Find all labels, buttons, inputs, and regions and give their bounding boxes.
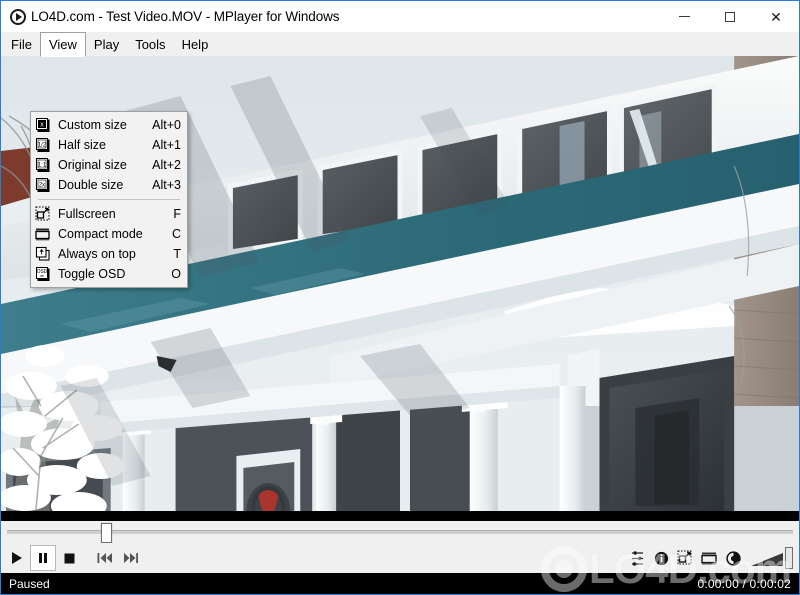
menu-item-label: Half size (58, 138, 106, 152)
seek-slider[interactable] (7, 523, 793, 543)
seek-thumb[interactable] (101, 523, 113, 543)
video-display[interactable]: x Custom size Alt+0 1/2 Half size Alt+1 … (1, 56, 799, 521)
svg-text:2x: 2x (39, 182, 45, 188)
menu-item-shortcut: Alt+3 (152, 178, 181, 192)
contrast-icon (725, 550, 741, 566)
menu-item-compact-mode[interactable]: Compact mode C (31, 224, 187, 244)
svg-text:▪▪: ▪▪ (40, 274, 44, 280)
play-button[interactable] (4, 545, 30, 571)
stop-icon (64, 553, 74, 563)
info-icon (654, 551, 668, 565)
svg-text:1/2: 1/2 (38, 142, 47, 148)
time-display: 0:00:00 / 0:00:02 (697, 576, 791, 591)
maximize-button[interactable] (707, 1, 753, 32)
menu-tools-label: Tools (135, 36, 166, 52)
menu-item-toggle-osd[interactable]: OSD ▪▪ Toggle OSD O (31, 264, 187, 284)
seek-bar-row (1, 521, 799, 543)
next-button[interactable] (118, 545, 144, 571)
menu-item-label: Fullscreen (58, 207, 116, 221)
title-bar: LO4D.com - Test Video.MOV - MPlayer for … (1, 1, 799, 32)
menu-item-shortcut: O (171, 267, 181, 281)
menu-item-half-size[interactable]: 1/2 Half size Alt+1 (31, 135, 187, 155)
original-size-icon: 1:1 (35, 157, 51, 173)
menu-item-custom-size[interactable]: x Custom size Alt+0 (31, 115, 187, 135)
menu-play[interactable]: Play (86, 32, 127, 56)
double-size-icon: 2x (35, 177, 51, 193)
menu-item-always-on-top[interactable]: Always on top T (31, 244, 187, 264)
maximize-icon (725, 11, 735, 22)
window-controls: ✕ (661, 1, 799, 32)
stop-button[interactable] (56, 545, 82, 571)
minimize-button[interactable] (661, 1, 707, 32)
volume-slider[interactable] (751, 547, 793, 569)
minimize-icon (678, 16, 690, 17)
pause-icon (39, 553, 47, 563)
title-bar-left: LO4D.com - Test Video.MOV - MPlayer for … (1, 8, 340, 25)
status-text: Paused (9, 576, 50, 591)
equalizer-button[interactable] (625, 546, 649, 570)
play-circle-icon (10, 8, 26, 25)
info-button[interactable] (649, 546, 673, 570)
menu-item-shortcut: C (171, 227, 181, 241)
right-controls (625, 543, 799, 573)
previous-icon (97, 553, 112, 563)
play-icon (12, 552, 22, 564)
close-button[interactable]: ✕ (753, 1, 799, 32)
mplayer-window: LO4D.com - Test Video.MOV - MPlayer for … (0, 0, 800, 595)
menu-view[interactable]: View (39, 32, 86, 57)
next-icon (124, 553, 138, 563)
menu-item-label: Toggle OSD (58, 267, 126, 281)
volume-ramp-icon (751, 553, 783, 566)
always-on-top-icon (35, 246, 51, 262)
svg-text:1:1: 1:1 (38, 162, 47, 168)
equalizer-icon (631, 550, 643, 566)
balance-button[interactable] (721, 546, 745, 570)
menu-file-label: File (11, 36, 32, 52)
compact-button[interactable] (697, 546, 721, 570)
status-bar: Paused 0:00:00 / 0:00:02 (1, 573, 799, 594)
menu-help-label: Help (181, 36, 209, 52)
menu-item-shortcut: Alt+1 (152, 138, 181, 152)
menu-help[interactable]: Help (174, 32, 217, 56)
volume-thumb[interactable] (785, 547, 793, 569)
window-title: LO4D.com - Test Video.MOV - MPlayer for … (31, 9, 340, 24)
menu-bar: File View Play Tools Help (1, 32, 799, 57)
close-icon: ✕ (770, 8, 782, 25)
menu-item-label: Original size (58, 158, 127, 172)
compact-mode-icon (701, 552, 717, 565)
menu-item-shortcut: Alt+2 (152, 158, 181, 172)
pause-button[interactable] (30, 545, 56, 571)
menu-tools[interactable]: Tools (127, 32, 173, 56)
menu-item-original-size[interactable]: 1:1 Original size Alt+2 (31, 155, 187, 175)
menu-item-label: Double size (58, 178, 124, 192)
menu-play-label: Play (93, 36, 120, 52)
menu-item-double-size[interactable]: 2x Double size Alt+3 (31, 175, 187, 195)
toggle-osd-icon: OSD ▪▪ (35, 266, 51, 282)
compact-mode-icon (35, 226, 51, 242)
menu-item-label: Custom size (58, 118, 127, 132)
fullscreen-button[interactable] (673, 546, 697, 570)
menu-item-shortcut: T (173, 247, 181, 261)
control-bar (1, 543, 799, 573)
previous-button[interactable] (92, 545, 118, 571)
menu-item-label: Always on top (58, 247, 136, 261)
half-size-icon: 1/2 (35, 137, 51, 153)
custom-size-icon: x (35, 117, 51, 133)
svg-text:x: x (40, 122, 44, 129)
menu-item-fullscreen[interactable]: Fullscreen F (31, 204, 187, 224)
menu-view-label: View (48, 37, 77, 52)
menu-item-shortcut: Alt+0 (152, 118, 181, 132)
menu-separator (38, 199, 180, 200)
menu-file[interactable]: File (3, 32, 40, 56)
fullscreen-icon (677, 550, 692, 565)
menu-item-shortcut: F (173, 207, 181, 221)
view-dropdown-menu: x Custom size Alt+0 1/2 Half size Alt+1 … (30, 111, 188, 288)
menu-item-label: Compact mode (58, 227, 143, 241)
fullscreen-icon (35, 206, 51, 222)
